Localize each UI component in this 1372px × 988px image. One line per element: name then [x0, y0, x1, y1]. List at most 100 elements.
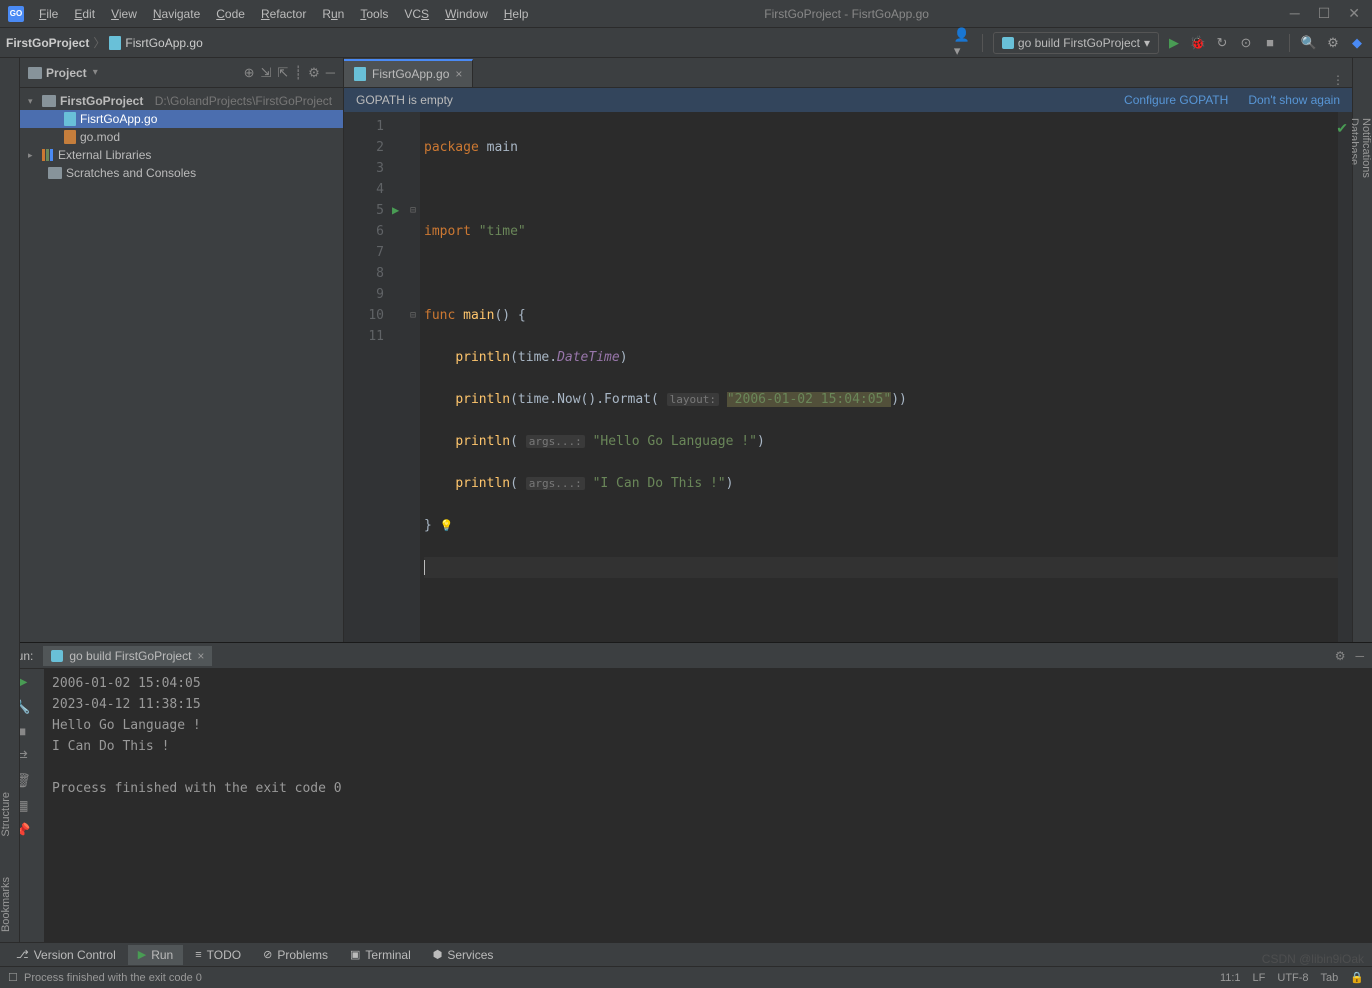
dont-show-again-link[interactable]: Don't show again — [1248, 93, 1340, 107]
expand-all-icon[interactable]: ⇲ — [260, 65, 271, 81]
chevron-down-icon[interactable]: ▾ — [93, 67, 98, 78]
indent[interactable]: Tab — [1321, 972, 1339, 984]
separator — [1289, 34, 1290, 52]
file-label: FisrtGoApp.go — [80, 112, 157, 126]
run-body: ▶ 🔧 ■ ⇄ 🗑 ▦ 📌 2006-01-02 15:04:05 2023-0… — [0, 669, 1372, 942]
run-button[interactable]: ▶ — [1165, 34, 1183, 52]
lock-icon[interactable]: 🔒 — [1350, 971, 1364, 984]
select-opened-icon[interactable]: ⊕ — [244, 65, 255, 81]
chevron-right-icon[interactable]: ▸ — [28, 150, 38, 161]
search-icon[interactable]: 🔍 — [1300, 34, 1318, 52]
menu-window[interactable]: Window — [438, 3, 495, 25]
project-panel-header: Project ▾ ⊕ ⇲ ⇱ ┊ ⚙ ─ — [20, 58, 343, 88]
services-icon: ⬢ — [433, 948, 443, 961]
maximize-button[interactable]: ☐ — [1318, 5, 1331, 22]
run-config-select[interactable]: go build FirstGoProject ▾ — [993, 32, 1159, 54]
left-tool-tabs-bottom: Structure Bookmarks — [0, 60, 20, 942]
gear-icon[interactable]: ⚙ — [1335, 649, 1346, 663]
tab-todo[interactable]: ≡TODO — [185, 945, 251, 965]
tree-root[interactable]: ▾ FirstGoProject D:\GolandProjects\First… — [20, 92, 343, 110]
go-file-icon — [354, 67, 366, 81]
configure-gopath-link[interactable]: Configure GOPATH — [1124, 93, 1228, 107]
tab-services[interactable]: ⬢Services — [423, 945, 504, 965]
left-tab-structure[interactable]: Structure — [0, 792, 19, 837]
go-file-icon — [109, 36, 121, 50]
stop-button[interactable]: ■ — [1261, 34, 1279, 52]
main-menu: File Edit View Navigate Code Refactor Ru… — [32, 3, 535, 25]
code-editor[interactable]: 1234567891011 ▶ ⊟ ⊟ package main import … — [344, 112, 1352, 642]
right-tab-notifications[interactable]: Notifications — [1360, 118, 1372, 582]
tree-external-libs[interactable]: ▸ External Libraries — [20, 146, 343, 164]
go-file-icon — [64, 112, 76, 126]
breadcrumb: FirstGoProject 〉 FisrtGoApp.go — [6, 34, 203, 51]
tab-terminal[interactable]: ▣Terminal — [340, 945, 421, 965]
separator — [982, 34, 983, 52]
line-numbers: 1234567891011 — [344, 112, 392, 642]
menu-navigate[interactable]: Navigate — [146, 3, 207, 25]
marker-column: ✔ — [1338, 112, 1352, 642]
menu-view[interactable]: View — [104, 3, 144, 25]
fold-open-icon[interactable]: ⊟ — [410, 200, 420, 221]
tab-version-control[interactable]: ⎇Version Control — [6, 945, 126, 965]
status-icon[interactable]: ☐ — [8, 971, 18, 984]
run-output[interactable]: 2006-01-02 15:04:05 2023-04-12 11:38:15 … — [44, 669, 1372, 942]
tree-scratches[interactable]: Scratches and Consoles — [20, 164, 343, 182]
go-icon — [1002, 37, 1014, 49]
intention-bulb-icon[interactable]: 💡 — [440, 519, 454, 532]
menu-file[interactable]: File — [32, 3, 65, 25]
collapse-all-icon[interactable]: ⇱ — [277, 65, 288, 81]
menu-vcs[interactable]: VCS — [397, 3, 436, 25]
toolbar-right: 👤▾ go build FirstGoProject ▾ ▶ 🐞 ↻ ⊙ ■ 🔍… — [954, 32, 1366, 54]
hide-icon[interactable]: ─ — [1355, 649, 1364, 663]
encoding[interactable]: UTF-8 — [1277, 972, 1308, 984]
editor-tab-menu[interactable]: ⋮ — [1324, 73, 1352, 87]
window-title: FirstGoProject - FisrtGoApp.go — [535, 7, 1277, 21]
left-tab-bookmarks[interactable]: Bookmarks — [0, 877, 19, 932]
breadcrumb-project[interactable]: FirstGoProject — [6, 36, 89, 50]
warning-icon: ⊘ — [263, 948, 272, 961]
coverage-button[interactable]: ↻ — [1213, 34, 1231, 52]
status-message: Process finished with the exit code 0 — [24, 972, 202, 984]
tree-file-app[interactable]: FisrtGoApp.go — [20, 110, 343, 128]
learn-icon[interactable]: ◆ — [1348, 34, 1366, 52]
tab-label: FisrtGoApp.go — [372, 67, 449, 81]
window-controls: ─ ☐ ✕ — [1278, 5, 1372, 22]
profile-button[interactable]: ⊙ — [1237, 34, 1255, 52]
inspection-ok-icon[interactable]: ✔ — [1336, 120, 1348, 137]
menu-run[interactable]: Run — [315, 3, 351, 25]
run-gutter-icon[interactable]: ▶ — [392, 200, 410, 221]
settings-icon[interactable]: ⚙ — [1324, 34, 1342, 52]
caret — [424, 560, 425, 575]
tab-problems[interactable]: ⊘Problems — [253, 945, 338, 965]
fold-close-icon[interactable]: ⊟ — [410, 305, 420, 326]
close-icon[interactable]: × — [197, 649, 204, 663]
minimize-button[interactable]: ─ — [1290, 5, 1300, 22]
menu-help[interactable]: Help — [497, 3, 536, 25]
menu-edit[interactable]: Edit — [67, 3, 102, 25]
code-text[interactable]: package main import "time" func main() {… — [420, 112, 1338, 642]
watermark: CSDN @libin9iOak — [1262, 952, 1364, 966]
add-user-icon[interactable]: 👤▾ — [954, 34, 972, 52]
bottom-tool-tabs: ⎇Version Control ▶Run ≡TODO ⊘Problems ▣T… — [0, 942, 1372, 966]
breadcrumb-file[interactable]: FisrtGoApp.go — [125, 36, 202, 50]
editor-tab[interactable]: FisrtGoApp.go × — [344, 59, 473, 87]
gear-icon[interactable]: ⚙ — [308, 65, 320, 81]
menu-refactor[interactable]: Refactor — [254, 3, 313, 25]
run-tab[interactable]: go build FirstGoProject × — [43, 646, 212, 666]
run-header: Run: go build FirstGoProject × ⚙ ─ — [0, 643, 1372, 669]
hide-icon[interactable]: ─ — [326, 65, 335, 81]
run-tool-window: Run: go build FirstGoProject × ⚙ ─ ▶ 🔧 ■… — [0, 642, 1372, 942]
close-tab-icon[interactable]: × — [455, 67, 462, 81]
list-icon: ≡ — [195, 949, 201, 961]
tab-run[interactable]: ▶Run — [128, 945, 183, 965]
chevron-down-icon[interactable]: ▾ — [28, 96, 38, 107]
line-ending[interactable]: LF — [1253, 972, 1266, 984]
app-icon: GO — [8, 6, 24, 22]
close-button[interactable]: ✕ — [1348, 5, 1360, 22]
menu-tools[interactable]: Tools — [353, 3, 395, 25]
root-path: D:\GolandProjects\FirstGoProject — [155, 94, 332, 108]
cursor-position[interactable]: 11:1 — [1220, 972, 1241, 984]
tree-file-gomod[interactable]: go.mod — [20, 128, 343, 146]
menu-code[interactable]: Code — [209, 3, 252, 25]
debug-button[interactable]: 🐞 — [1189, 34, 1207, 52]
